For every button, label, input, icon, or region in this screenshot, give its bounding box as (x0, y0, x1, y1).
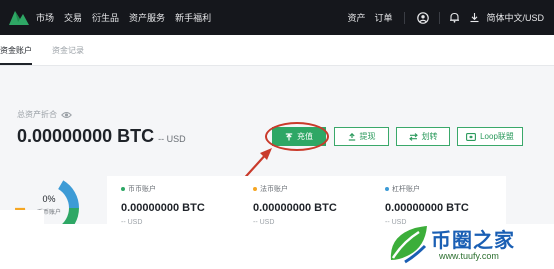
nav-orders-link[interactable]: 订单 (374, 11, 392, 24)
tab-funding-records[interactable]: 资金记录 (52, 45, 84, 56)
nav-divider (404, 11, 406, 24)
account-tabs: 资金账户 资金记录 (0, 35, 554, 66)
tab-funding-account[interactable]: 资金账户 (0, 45, 32, 56)
total-assets-label-text: 总资产折合 (17, 110, 57, 119)
nav-item-asset-services[interactable]: 资产服务 (129, 11, 165, 24)
account-breakdown-panel: 币币账户 0.00000000 BTC -- USD 法币账户 0.000000… (107, 176, 506, 226)
account-name: 法币账户 (260, 186, 288, 193)
ticket-icon (466, 132, 477, 141)
legend-dot (121, 187, 125, 191)
eye-icon[interactable] (61, 111, 72, 119)
nav-divider (439, 11, 441, 24)
language-currency-selector[interactable]: 简体中文/USD (486, 11, 544, 24)
account-card-margin[interactable]: 杠杆账户 0.00000000 BTC -- USD (385, 184, 469, 226)
legend-dot (385, 187, 389, 191)
account-card-spot[interactable]: 币币账户 0.00000000 BTC -- USD (121, 184, 205, 226)
account-value: 0.00000000 BTC (385, 202, 469, 214)
leaf-logo-icon (390, 226, 427, 264)
active-tab-indicator (0, 63, 32, 65)
withdraw-button-label: 提现 (359, 132, 376, 141)
nav-item-trade[interactable]: 交易 (64, 11, 82, 24)
total-balance-usd: -- USD (158, 134, 186, 144)
nav-item-market[interactable]: 市场 (36, 11, 54, 24)
account-value: 0.00000000 BTC (253, 202, 337, 214)
legend-dot (253, 187, 257, 191)
nav-right: 资产 订单 简体中文/USD (347, 0, 554, 35)
brand-logo-icon[interactable] (8, 8, 30, 26)
withdraw-button[interactable]: 提现 (334, 127, 389, 146)
left-overlay (0, 210, 44, 269)
top-navbar: 市场 交易 衍生品 资产服务 新手福利 资产 订单 简体中文/USD (0, 0, 554, 35)
nav-assets-link[interactable]: 资产 (347, 11, 365, 24)
account-name: 币币账户 (128, 186, 156, 193)
transfer-button[interactable]: 划转 (396, 127, 450, 146)
account-value: 0.00000000 BTC (121, 202, 205, 214)
account-name: 杠杆账户 (392, 186, 420, 193)
total-balance-btc: 0.00000000 BTC (17, 126, 155, 146)
transfer-arrows-icon (408, 132, 418, 141)
user-account-icon[interactable] (417, 11, 430, 24)
site-watermark: 币圈之家 www.tuufy.com (379, 222, 544, 266)
account-card-fiat[interactable]: 法币账户 0.00000000 BTC -- USD (253, 184, 337, 226)
nav-item-newbie-benefits[interactable]: 新手福利 (175, 11, 211, 24)
nav-item-derivatives[interactable]: 衍生品 (92, 11, 119, 24)
watermark-url: www.tuufy.com (439, 251, 499, 261)
loop-alliance-button[interactable]: Loop联盟 (457, 127, 523, 146)
donut-percent: 0% (42, 194, 56, 204)
watermark-title: 币圈之家 (431, 230, 515, 252)
transfer-button-label: 划转 (421, 132, 438, 141)
withdraw-icon (348, 132, 355, 141)
bell-icon[interactable] (448, 12, 460, 24)
total-balance: 0.00000000 BTC -- USD (17, 126, 186, 147)
main-nav: 市场 交易 衍生品 资产服务 新手福利 (36, 0, 221, 35)
total-assets-label: 总资产折合 (17, 109, 72, 120)
download-icon[interactable] (468, 12, 480, 24)
loop-alliance-button-label: Loop联盟 (480, 132, 514, 141)
